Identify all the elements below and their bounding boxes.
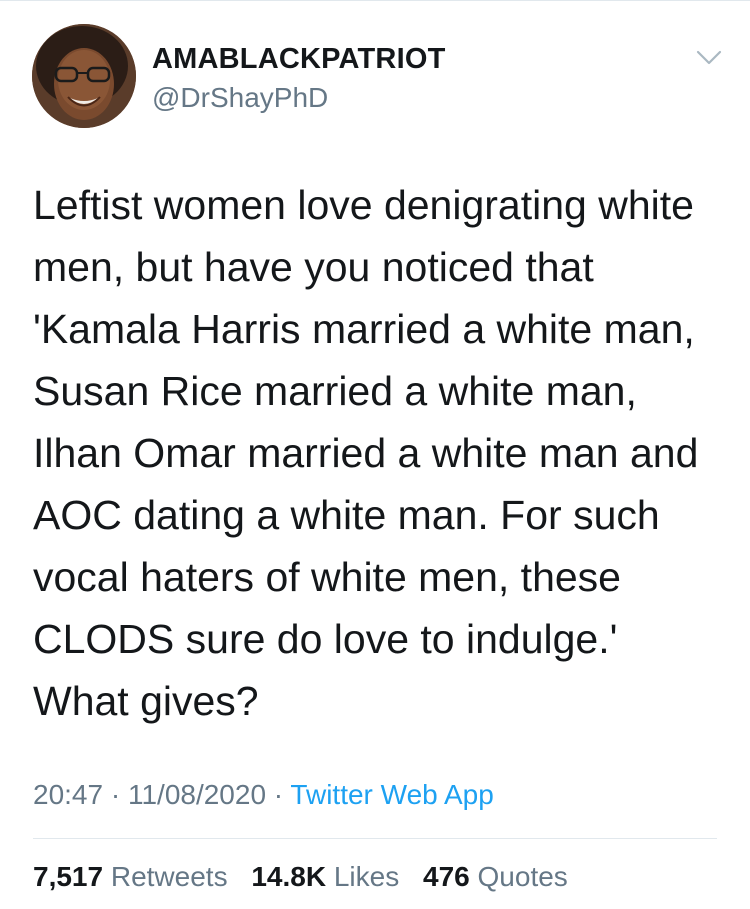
likes-count: 14.8K xyxy=(251,861,327,892)
meta-separator: · xyxy=(266,779,291,810)
avatar[interactable] xyxy=(32,24,136,128)
tweet-source-link[interactable]: Twitter Web App xyxy=(290,779,493,810)
author-handle[interactable]: @DrShayPhD xyxy=(152,82,328,114)
quotes-count: 476 xyxy=(423,861,470,892)
tweet-stats: 7,517 Retweets 14.8K Likes 476 Quotes xyxy=(33,861,584,893)
profile-photo-icon xyxy=(32,24,136,128)
top-divider xyxy=(0,0,750,1)
meta-separator: · xyxy=(103,779,128,810)
tweet-time[interactable]: 20:47 xyxy=(33,779,103,810)
likes-label: Likes xyxy=(333,861,400,892)
author-display-name[interactable]: AMABLACKPATRIOT xyxy=(152,43,446,76)
retweets-stat[interactable]: 7,517 Retweets xyxy=(33,861,228,892)
tweet-metadata: 20:47 · 11/08/2020 · Twitter Web App xyxy=(33,779,494,811)
stats-divider xyxy=(33,838,717,839)
retweets-count: 7,517 xyxy=(33,861,104,892)
chevron-down-icon xyxy=(696,50,722,65)
tweet-date[interactable]: 11/08/2020 xyxy=(128,779,266,810)
quotes-stat[interactable]: 476 Quotes xyxy=(423,861,568,892)
quotes-label: Quotes xyxy=(477,861,568,892)
tweet-text: Leftist women love denigrating white men… xyxy=(33,182,699,724)
tweet-menu-button[interactable] xyxy=(694,46,724,70)
retweets-label: Retweets xyxy=(110,861,228,892)
likes-stat[interactable]: 14.8K Likes xyxy=(251,861,399,892)
